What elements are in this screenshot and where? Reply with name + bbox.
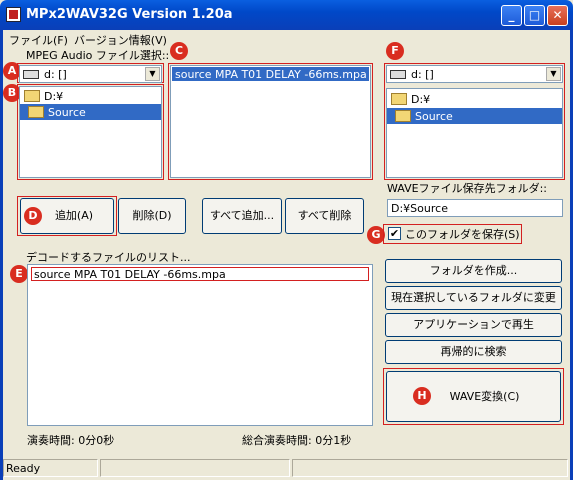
remove-button[interactable]: 削除(D) xyxy=(118,198,186,234)
status-text: Ready xyxy=(6,462,41,475)
marker-h: H xyxy=(413,387,431,405)
dest-folder-item-source[interactable]: Source xyxy=(387,108,562,124)
create-folder-button[interactable]: フォルダを作成... xyxy=(385,259,562,283)
chevron-down-icon[interactable]: ▼ xyxy=(145,67,160,81)
folder-item-label: Source xyxy=(415,110,453,123)
folder-open-icon xyxy=(24,90,40,102)
folder-open-icon xyxy=(395,110,411,122)
folder-item-label: D:¥ xyxy=(411,93,431,106)
marker-d: D xyxy=(24,207,42,225)
app-icon[interactable] xyxy=(6,7,21,22)
window-frame-left xyxy=(0,30,3,480)
dest-drive-combo[interactable]: d: [] ▼ xyxy=(386,65,563,83)
folder-item-root[interactable]: D:¥ xyxy=(20,88,161,104)
source-drive-value: d: [] xyxy=(44,68,67,81)
decode-list-item-label: source MPA T01 DELAY -66ms.mpa xyxy=(34,268,226,281)
folder-open-icon xyxy=(391,93,407,105)
dest-drive-value: d: [] xyxy=(411,68,434,81)
add-all-button[interactable]: すべて追加... xyxy=(202,198,282,234)
marker-f: F xyxy=(386,42,404,60)
source-folder-list[interactable]: D:¥ Source xyxy=(19,86,162,178)
decode-list-label: デコードするファイルのリスト... xyxy=(26,251,191,264)
folder-item-label: D:¥ xyxy=(44,90,64,103)
dest-folder-item-root[interactable]: D:¥ xyxy=(387,91,562,107)
menu-file[interactable]: ファイル(F) xyxy=(9,32,68,48)
marker-c: C xyxy=(170,42,188,60)
status-pane-3 xyxy=(292,459,568,477)
close-button[interactable]: ✕ xyxy=(547,5,568,26)
source-drive-combo[interactable]: d: [] ▼ xyxy=(19,65,162,83)
status-pane-2 xyxy=(100,459,290,477)
decode-list-item[interactable]: source MPA T01 DELAY -66ms.mpa xyxy=(31,267,369,281)
dest-folder-input[interactable]: D:¥Source xyxy=(387,199,563,217)
window-title: MPx2WAV32G Version 1.20a xyxy=(26,7,233,22)
recursive-search-button[interactable]: 再帰的に検索 xyxy=(385,340,562,364)
drive-icon xyxy=(23,70,39,79)
convert-button-label: WAVE変換(C) xyxy=(449,390,520,403)
drive-icon xyxy=(390,70,406,79)
change-folder-button[interactable]: 現在選択しているフォルダに変更 xyxy=(385,286,562,310)
menu-version[interactable]: バージョン情報(V) xyxy=(74,32,167,48)
dest-folder-value: D:¥Source xyxy=(391,202,448,215)
decode-list[interactable]: source MPA T01 DELAY -66ms.mpa xyxy=(27,264,373,426)
source-group-label: MPEG Audio ファイル選択:: xyxy=(26,49,170,62)
total-play-time: 総合演奏時間: 0分1秒 xyxy=(242,434,352,447)
save-folder-label[interactable]: このフォルダを保存(S) xyxy=(405,226,520,242)
minimize-button[interactable]: _ xyxy=(501,5,522,26)
add-button-label: 追加(A) xyxy=(54,209,94,222)
maximize-button[interactable]: □ xyxy=(524,5,545,26)
dest-folder-list[interactable]: D:¥ Source xyxy=(386,88,563,178)
dest-folder-label: WAVEファイル保存先フォルダ:: xyxy=(387,182,547,195)
marker-e: E xyxy=(10,265,28,283)
save-folder-checkbox[interactable]: ✔ xyxy=(388,227,401,240)
source-file-list[interactable]: source MPA T01 DELAY -66ms.mpa xyxy=(170,65,371,178)
file-list-item-label: source MPA T01 DELAY -66ms.mpa xyxy=(175,68,367,81)
play-time: 演奏時間: 0分0秒 xyxy=(27,434,115,447)
status-bar: Ready xyxy=(3,459,570,477)
menu-bar: ファイル(F) バージョン情報(V) xyxy=(3,30,570,48)
remove-all-button[interactable]: すべて削除 xyxy=(285,198,364,234)
chevron-down-icon[interactable]: ▼ xyxy=(546,67,561,81)
folder-open-icon xyxy=(28,106,44,118)
status-pane-main: Ready xyxy=(3,459,98,477)
folder-item-source[interactable]: Source xyxy=(20,104,161,120)
folder-item-label: Source xyxy=(48,106,86,119)
play-in-app-button[interactable]: アプリケーションで再生 xyxy=(385,313,562,337)
file-list-item[interactable]: source MPA T01 DELAY -66ms.mpa xyxy=(172,67,369,81)
